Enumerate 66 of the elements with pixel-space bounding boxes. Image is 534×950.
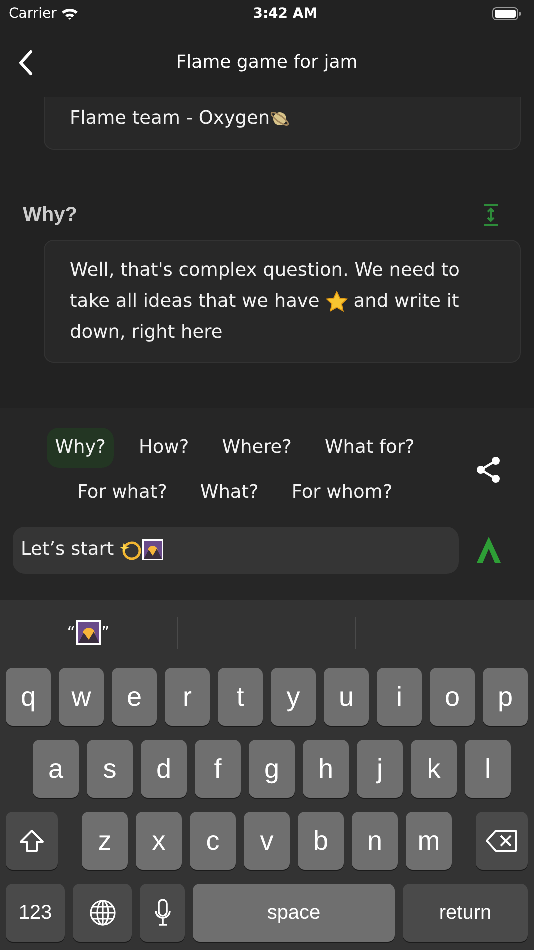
answer-text: Well, that's complex question. We need to: [70, 259, 460, 283]
delete-key[interactable]: [476, 812, 528, 870]
question-chip[interactable]: For whom?: [284, 472, 401, 512]
keyboard-key[interactable]: z: [82, 812, 128, 870]
send-icon[interactable]: [476, 536, 502, 564]
keyboard-key[interactable]: u: [324, 668, 369, 726]
message-input[interactable]: Let’s start: [13, 526, 459, 574]
keyboard-key[interactable]: i: [377, 668, 422, 726]
time-label: 3:42 AM: [253, 4, 318, 24]
answer-text: take all ideas that we have: [70, 290, 320, 314]
keyboard-key[interactable]: q: [6, 668, 51, 726]
keyboard-key[interactable]: h: [303, 740, 349, 798]
screen-title: Flame game for jam: [176, 51, 358, 75]
keyboard-key[interactable]: k: [411, 740, 457, 798]
mic-key[interactable]: [140, 884, 185, 942]
keyboard-key[interactable]: b: [298, 812, 344, 870]
keyboard-key[interactable]: o: [430, 668, 475, 726]
keyboard-key[interactable]: r: [165, 668, 210, 726]
question-chip[interactable]: For what?: [69, 472, 176, 512]
question-chip[interactable]: How?: [131, 428, 198, 468]
keyboard-key[interactable]: v: [244, 812, 290, 870]
keyboard-key[interactable]: t: [218, 668, 263, 726]
question-chip[interactable]: What for?: [317, 428, 423, 468]
sunrise-icon: [142, 539, 164, 561]
question-chip[interactable]: Why?: [47, 428, 114, 468]
keyboard-key[interactable]: g: [249, 740, 295, 798]
close-quote: ”: [102, 622, 110, 644]
return-key[interactable]: return: [403, 884, 528, 942]
open-quote: “: [67, 622, 76, 644]
answer-text: and write it: [354, 290, 460, 314]
keyboard-key[interactable]: y: [271, 668, 316, 726]
card-text: Flame team - Oxygen: [70, 107, 270, 131]
globe-icon: [88, 899, 116, 927]
keyboard-key[interactable]: s: [87, 740, 133, 798]
globe-key[interactable]: [73, 884, 132, 942]
share-icon[interactable]: [476, 456, 502, 484]
shift-key[interactable]: [6, 812, 58, 870]
keyboard-key[interactable]: a: [33, 740, 79, 798]
keyboard-key[interactable]: e: [112, 668, 157, 726]
battery-icon: [492, 7, 522, 21]
wifi-icon: [60, 7, 79, 21]
sunrise-icon: [76, 620, 102, 646]
keyboard-key[interactable]: x: [136, 812, 182, 870]
keyboard-key[interactable]: w: [59, 668, 104, 726]
numbers-key[interactable]: 123: [6, 884, 65, 942]
microphone-icon: [154, 899, 172, 927]
keyboard-key[interactable]: n: [352, 812, 398, 870]
answer-text: down, right here: [70, 321, 223, 345]
keyboard-key[interactable]: d: [141, 740, 187, 798]
section-heading: Why?: [23, 203, 78, 228]
question-chip[interactable]: What?: [192, 472, 267, 512]
expand-icon[interactable]: [482, 204, 500, 226]
carrier-label: Carrier: [9, 4, 57, 24]
keyboard-key[interactable]: m: [406, 812, 452, 870]
delete-icon: [486, 830, 518, 852]
back-icon[interactable]: [18, 50, 34, 76]
sparkle-icon: [120, 539, 142, 561]
shift-icon: [19, 829, 45, 853]
keyboard-key[interactable]: l: [465, 740, 511, 798]
question-chip[interactable]: Where?: [214, 428, 300, 468]
keyboard-key[interactable]: f: [195, 740, 241, 798]
keyboard-key[interactable]: j: [357, 740, 403, 798]
suggestion-item[interactable]: “ ”: [0, 620, 177, 646]
space-key[interactable]: space: [193, 884, 395, 942]
keyboard-key[interactable]: c: [190, 812, 236, 870]
keyboard-key[interactable]: p: [483, 668, 528, 726]
